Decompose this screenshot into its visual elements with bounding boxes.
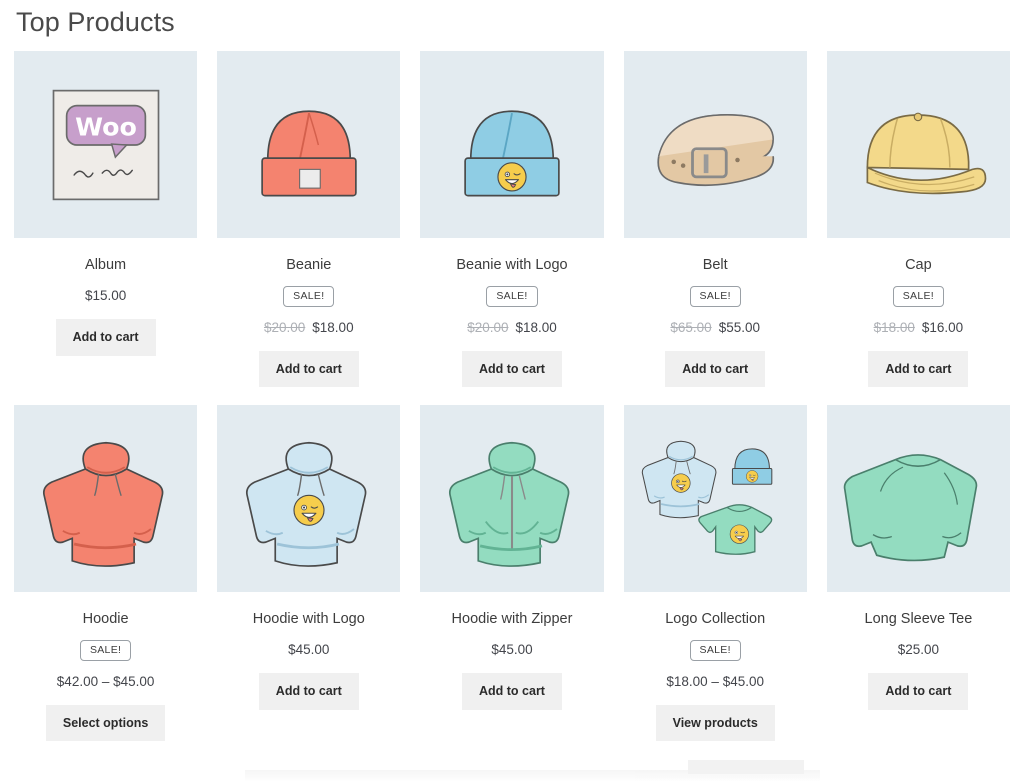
product-card[interactable]: Belt SALE! $65.00 $55.00 Add to cart bbox=[623, 51, 807, 405]
product-title[interactable]: Hoodie with Logo bbox=[253, 610, 365, 629]
add-to-cart-button[interactable]: Add to cart bbox=[868, 350, 969, 388]
add-to-cart-button[interactable]: Add to cart bbox=[55, 319, 156, 356]
product-current-price: $55.00 bbox=[718, 319, 760, 335]
add-to-cart-button[interactable]: Add to cart bbox=[462, 350, 562, 388]
product-title[interactable]: Logo Collection bbox=[665, 610, 765, 629]
product-card[interactable]: Logo Collection SALE! $18.00 – $45.00 View … bbox=[623, 405, 807, 759]
product-card[interactable]: Beanie with Logo SALE! $20.00 $18.00 Add to … bbox=[420, 51, 604, 405]
product-card[interactable]: Woo Album $15.00 Add to cart bbox=[14, 51, 198, 405]
product-image-hoodie-mint-zipper[interactable] bbox=[420, 405, 604, 593]
product-title[interactable]: Cap bbox=[905, 256, 932, 275]
product-card[interactable]: Hoodie with Zipper $45.00 Add to cart bbox=[420, 405, 604, 759]
product-image-beanie-blue-logo[interactable] bbox=[420, 51, 604, 239]
svg-text:Woo: Woo bbox=[75, 113, 137, 142]
product-title[interactable]: Hoodie bbox=[83, 610, 129, 629]
product-current-price: $16.00 bbox=[921, 319, 964, 335]
page-title: Top Products bbox=[16, 7, 175, 37]
product-title[interactable]: Long Sleeve Tee bbox=[865, 610, 973, 629]
product-current-price: $45.00 bbox=[491, 642, 533, 658]
product-price: $45.00 bbox=[288, 642, 329, 657]
product-title[interactable]: Belt bbox=[703, 256, 728, 275]
product-image-logo-collection[interactable] bbox=[623, 405, 807, 593]
product-title[interactable]: Beanie bbox=[286, 256, 331, 275]
product-image-cap-gold[interactable] bbox=[826, 51, 1010, 239]
product-card[interactable]: Hoodie with Logo $45.00 Add to cart bbox=[217, 405, 401, 759]
product-current-price: $25.00 bbox=[897, 642, 940, 658]
product-current-price: $18.00 bbox=[312, 319, 354, 335]
product-current-price: $18.00 – $45.00 bbox=[666, 673, 764, 689]
product-current-price: $42.00 – $45.00 bbox=[56, 673, 155, 689]
product-current-price: $15.00 bbox=[84, 288, 127, 304]
sale-badge: SALE! bbox=[689, 286, 741, 307]
product-price: $15.00 bbox=[85, 288, 126, 303]
select-options-button[interactable]: Select options bbox=[45, 704, 166, 742]
product-old-price: $65.00 bbox=[670, 319, 712, 335]
sale-badge: SALE! bbox=[283, 286, 335, 307]
product-old-price: $18.00 bbox=[873, 319, 915, 335]
product-price: $18.00 $16.00 bbox=[874, 320, 964, 335]
product-title[interactable]: Album bbox=[85, 256, 126, 275]
sale-badge: SALE! bbox=[892, 286, 945, 307]
product-grid-page: Top Products Woo Album $15.00 Add to cart Be… bbox=[0, 0, 1024, 782]
add-to-cart-button[interactable]: Add to cart bbox=[258, 350, 359, 388]
product-price: $20.00 $18.00 bbox=[264, 320, 354, 335]
product-title[interactable]: Hoodie with Zipper bbox=[452, 610, 573, 629]
product-title[interactable]: Beanie with Logo bbox=[456, 256, 567, 275]
product-old-price: $20.00 bbox=[263, 319, 306, 335]
product-price: $65.00 $55.00 bbox=[670, 320, 760, 335]
product-image-hoodie-blue-logo[interactable] bbox=[217, 405, 401, 593]
sale-badge: SALE! bbox=[689, 640, 741, 661]
add-to-cart-button[interactable]: Add to cart bbox=[868, 673, 969, 710]
product-image-hoodie-salmon[interactable] bbox=[14, 405, 198, 593]
product-card[interactable]: Hoodie SALE! $42.00 – $45.00 Select options bbox=[14, 405, 198, 759]
product-card[interactable]: Long Sleeve Tee $25.00 Add to cart bbox=[826, 405, 1010, 759]
products-grid: Woo Album $15.00 Add to cart Beanie SALE! $20.… bbox=[14, 51, 1010, 759]
product-old-price: $20.00 bbox=[467, 319, 509, 335]
product-price: $45.00 bbox=[491, 642, 532, 657]
product-card[interactable]: Cap SALE! $18.00 $16.00 Add to cart bbox=[826, 51, 1010, 405]
product-image-tee-mint-longsleeve[interactable] bbox=[826, 405, 1010, 593]
product-image-album-cover[interactable]: Woo bbox=[14, 51, 198, 239]
product-price: $25.00 bbox=[898, 642, 939, 657]
product-price: $42.00 – $45.00 bbox=[57, 674, 155, 689]
product-current-price: $18.00 bbox=[515, 319, 557, 335]
next-row-partial-card bbox=[245, 760, 820, 782]
sale-badge: SALE! bbox=[486, 286, 538, 307]
sale-badge: SALE! bbox=[79, 640, 132, 661]
product-price: $20.00 $18.00 bbox=[467, 320, 557, 335]
product-current-price: $45.00 bbox=[288, 642, 330, 658]
product-image-belt-tan[interactable] bbox=[623, 51, 807, 239]
add-to-cart-button[interactable]: Add to cart bbox=[665, 350, 766, 388]
product-card[interactable]: Beanie SALE! $20.00 $18.00 Add to cart bbox=[217, 51, 401, 405]
add-to-cart-button[interactable]: Add to cart bbox=[462, 673, 562, 710]
product-price: $18.00 – $45.00 bbox=[666, 674, 764, 689]
next-row-partial-button[interactable] bbox=[688, 760, 804, 774]
add-to-cart-button[interactable]: Add to cart bbox=[258, 673, 359, 710]
product-image-beanie-salmon[interactable] bbox=[217, 51, 401, 239]
view-products-button[interactable]: View products bbox=[655, 704, 775, 742]
